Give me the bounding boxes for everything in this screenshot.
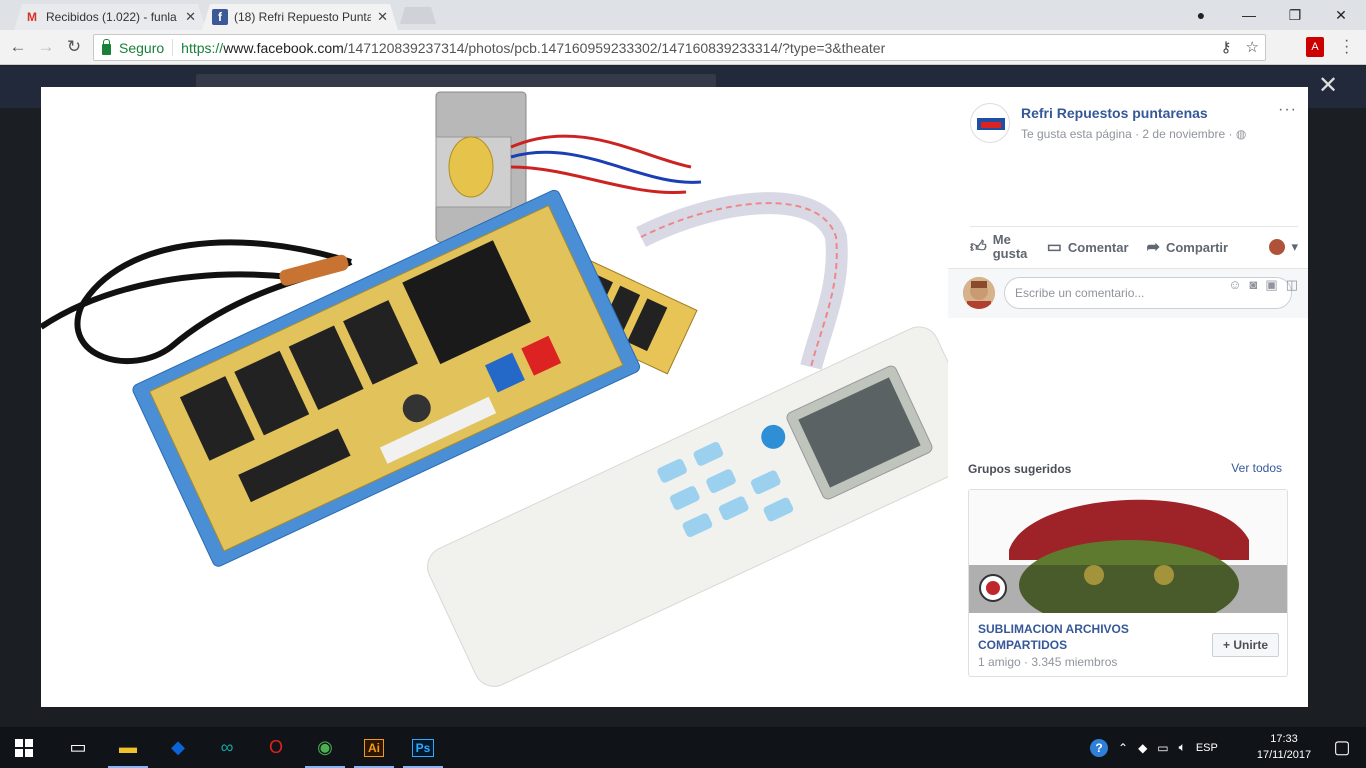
page-avatar[interactable] [970,103,1010,143]
secure-label: Seguro [119,39,165,56]
new-tab-button[interactable] [400,7,436,24]
like-label: Me gusta [992,232,1028,261]
menu-icon[interactable]: · · · [1344,33,1349,61]
maximize-button[interactable]: ❐ [1272,0,1318,30]
close-icon[interactable]: ✕ [185,9,196,25]
emoji-icon[interactable]: ☺ [1228,277,1241,293]
chevron-down-icon: ▾ [1291,239,1298,254]
clock[interactable]: 17:33 17/11/2017 [1252,731,1316,763]
group-card[interactable]: SUBLIMACION ARCHIVOS COMPARTIDOS 1 amigo… [968,489,1288,677]
browser-toolbar: ← → ↻ Seguro https://www.facebook.com/14… [0,30,1366,65]
windows-taskbar: ▭ ▬ ◆ ∞ O ◉ Ai Ps ? ⌃ ◆ ▭ 🔈︎ ESP 17:33 1… [0,727,1366,768]
help-icon[interactable]: ? [1090,738,1108,757]
plus-icon: + [1222,638,1230,652]
tab-label: (18) Refri Repuesto Punta [234,10,372,24]
more-options-icon[interactable]: ··· [1278,101,1297,119]
suggested-groups-title: Grupos sugeridos [968,462,1072,476]
illustrator-icon[interactable]: Ai [350,727,398,768]
chevron-up-icon[interactable]: ⌃ [1118,741,1128,755]
see-all-link[interactable]: Ver todos [1231,461,1282,475]
comment-icon: ▭ [1046,239,1062,256]
comment-placeholder: Escribe un comentario... [1015,286,1145,300]
globe-icon: ◍ [1235,127,1247,141]
forward-button[interactable]: → [35,36,57,58]
group-cover-illustration [969,490,1287,613]
group-meta: 1 amigo · 3.345 miembros [978,655,1118,669]
gif-icon[interactable]: ▣ [1265,277,1277,293]
share-button[interactable]: ➦ Compartir [1147,237,1229,257]
camera-icon[interactable]: ◙ [1250,277,1258,293]
task-view-icon[interactable]: ▭ [54,727,102,768]
comment-composer: Escribe un comentario... ☺ ◙ ▣ ◫ [948,268,1308,318]
tab-gmail[interactable]: M Recibidos (1.022) - funla ✕ [14,4,206,30]
tab-label: Recibidos (1.022) - funla [46,10,177,24]
page-name[interactable]: Refri Repuestos puntarenas [1021,105,1208,121]
volume-icon[interactable]: 🔈︎ [1179,740,1186,755]
product-illustration [41,91,948,687]
user-avatar-image [963,277,995,309]
viewer-avatar [1269,239,1286,255]
file-explorer-icon[interactable]: ▬ [104,727,152,768]
group-cover-image[interactable] [969,490,1287,613]
comment-button[interactable]: ▭ Comentar [1047,237,1129,257]
clock-date: 17/11/2017 [1256,749,1312,761]
join-label: Unirte [1233,638,1269,652]
post-actions: 👍︎ Me gusta ▭ Comentar ➦ Compartir ▾ [970,227,1298,267]
share-icon: ➦ [1146,239,1160,256]
lock-icon [102,39,111,55]
share-label: Compartir [1165,239,1229,255]
opera-icon[interactable]: O [252,727,300,768]
product-photo[interactable] [41,87,948,707]
language-indicator[interactable]: ESP [1196,742,1218,754]
sticker-icon[interactable]: ◫ [1286,277,1298,293]
system-tray: ? ⌃ ◆ ▭ 🔈︎ ESP [1090,727,1218,768]
reload-button[interactable]: ↻ [63,36,85,58]
secure-indicator[interactable]: Seguro [94,39,174,56]
group-badge-icon [979,574,1007,602]
gmail-icon: M [27,10,37,24]
windows-start-icon[interactable] [0,727,48,768]
tab-facebook[interactable]: f (18) Refri Repuesto Punta ✕ [202,4,398,30]
chrome-icon[interactable]: ◉ [301,727,349,768]
user-avatar[interactable] [963,277,995,309]
url-text: https://www.facebook.com/147120839237314… [181,39,886,56]
post-meta: Te gusta esta página · 2 de noviembre · … [1021,127,1247,141]
post-sidebar: Refri Repuestos puntarenas Te gusta esta… [948,87,1308,707]
arduino-icon[interactable]: ∞ [203,727,251,768]
key-icon[interactable]: ⚷ [1221,38,1232,56]
address-bar[interactable]: Seguro https://www.facebook.com/14712083… [93,34,1266,61]
comment-label: Comentar [1067,239,1129,255]
minimize-button[interactable]: — [1226,0,1272,30]
back-button[interactable]: ← [7,36,29,58]
star-icon[interactable]: ☆ [1246,38,1259,56]
like-button[interactable]: 👍︎ Me gusta [970,233,1029,261]
dropbox-tray-icon[interactable]: ◆ [1138,741,1147,755]
browser-tabstrip: M Recibidos (1.022) - funla ✕ f (18) Ref… [0,0,1366,30]
windows-logo-icon [15,738,33,757]
photoshop-icon[interactable]: Ps [399,727,447,768]
facebook-icon: f [212,9,228,25]
photo-theater: Refri Repuestos puntarenas Te gusta esta… [41,87,1308,707]
page-logo-image [977,118,1005,130]
close-icon[interactable]: ✕ [377,9,388,25]
profile-icon[interactable]: ● [1178,0,1224,30]
pdf-extension-icon[interactable]: A [1306,37,1324,57]
notifications-icon[interactable]: ▢ [1318,727,1366,768]
theater-close-icon[interactable]: ✕ [1318,74,1338,98]
window-close-button[interactable]: ✕ [1318,0,1364,30]
dropbox-icon[interactable]: ◆ [154,727,202,768]
viewer-selector[interactable]: ▾ [1269,239,1298,255]
clock-time: 17:33 [1270,733,1298,745]
battery-icon[interactable]: ▭ [1157,741,1168,755]
join-group-button[interactable]: + Unirte [1212,633,1279,657]
thumbs-up-icon: 👍︎ [970,238,987,256]
group-name[interactable]: SUBLIMACION ARCHIVOS COMPARTIDOS [978,621,1168,653]
